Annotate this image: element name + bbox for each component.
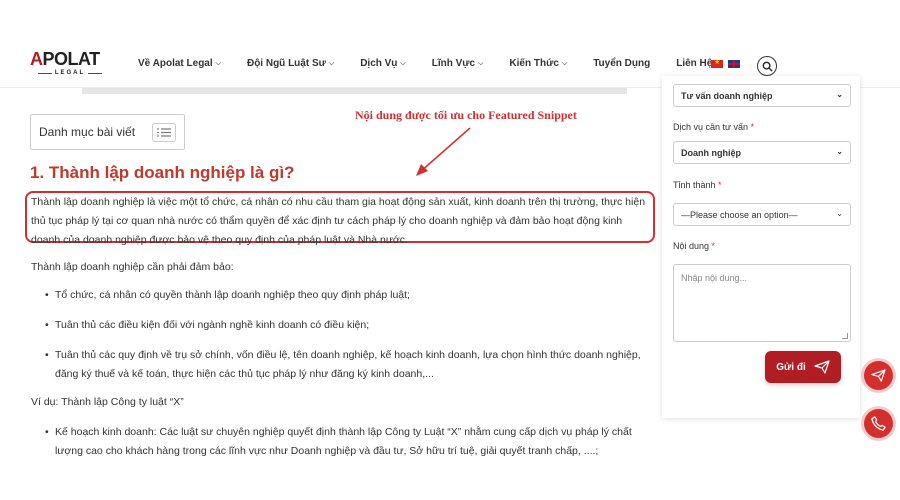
nav-label: Đội Ngũ Luật Sư [246, 58, 326, 69]
chevron-down-icon: ⌄ [836, 90, 843, 99]
required-mark: * [711, 241, 716, 251]
call-float-button[interactable] [864, 409, 893, 438]
list-icon [157, 128, 171, 137]
article-heading: 1. Thành lập doanh nghiệp là gì? [30, 163, 295, 182]
nav-item-knowledge[interactable]: Kiến Thức ⌵ [509, 58, 567, 69]
nav-item-about[interactable]: Về Apolat Legal ⌵ [138, 58, 221, 69]
send-icon [814, 360, 830, 374]
chevron-down-icon: ⌵ [400, 59, 406, 67]
chevron-down-icon: ⌵ [478, 59, 484, 67]
nav-item-services[interactable]: Dịch Vụ ⌵ [360, 58, 406, 69]
uk-flag-icon[interactable] [728, 60, 740, 68]
nav-label: Về Apolat Legal [138, 58, 213, 69]
chevron-down-icon: ⌵ [328, 59, 335, 67]
label-text: Tỉnh thành [673, 180, 716, 190]
chevron-down-icon: ⌄ [836, 209, 843, 218]
list-item: Kế hoạch kinh doanh: Các luật sư chuyên … [45, 423, 655, 461]
phone-icon [871, 416, 886, 431]
chevron-down-icon: ⌄ [836, 147, 843, 156]
resize-handle-icon[interactable] [842, 333, 848, 339]
vietnam-flag-icon[interactable] [711, 58, 723, 68]
apolat-logo[interactable]: APOLAT LEGAL [30, 50, 110, 80]
list-item: Tổ chức, cá nhân có quyền thành lập doan… [45, 286, 655, 305]
logo-subtext: LEGAL [54, 70, 86, 76]
logo-sub: LEGAL [30, 70, 110, 76]
main-nav: Về Apolat Legal ⌵ Đội Ngũ Luật Sư ⌵ Dịch V… [138, 58, 738, 69]
search-button[interactable] [757, 56, 777, 76]
logo-divider [37, 72, 52, 74]
toc-label: Danh mục bài viết [39, 125, 136, 139]
consultation-form: Tư vấn doanh nghiệp ⌄ Dịch vụ cần tư vấn… [662, 76, 860, 418]
annotation-arrow-icon [416, 127, 471, 176]
nav-label: Liên Hệ [676, 58, 713, 69]
textarea-placeholder: Nhập nội dung... [681, 273, 748, 283]
site-header: APOLAT LEGAL Về Apolat Legal ⌵ Đội Ngũ Lu… [0, 0, 900, 88]
content-label: Nội dung * [673, 241, 715, 251]
search-icon [762, 61, 773, 72]
nav-item-careers[interactable]: Tuyển Dụng [593, 58, 650, 69]
consultation-type-select[interactable]: Tư vấn doanh nghiệp ⌄ [673, 84, 851, 107]
requirements-intro: Thành lập doanh nghiệp cần phải đảm bảo: [31, 261, 234, 273]
nav-label: Dịch Vụ [360, 58, 398, 69]
required-mark: * [718, 180, 722, 190]
content-top-strip [82, 88, 627, 94]
toc-toggle-button[interactable] [152, 123, 176, 142]
send-icon [871, 369, 886, 382]
nav-label: Lĩnh Vực [431, 58, 476, 69]
select-value: —Please choose an option— [681, 209, 798, 220]
required-mark: * [750, 122, 755, 132]
submit-label: Gửi đi [776, 361, 806, 373]
content-textarea[interactable]: Nhập nội dung... [673, 264, 851, 342]
nav-label: Tuyển Dụng [593, 58, 651, 69]
province-label: Tỉnh thành * [673, 180, 722, 190]
select-value: Tư vấn doanh nghiệp [681, 90, 773, 101]
logo-wordmark: APOLAT [30, 50, 110, 68]
logo-letter-a: A [30, 49, 43, 69]
submit-button[interactable]: Gửi đi [765, 351, 841, 383]
service-label: Dịch vụ cần tư vấn * [673, 122, 754, 132]
chevron-down-icon: ⌵ [561, 59, 568, 67]
chevron-down-icon: ⌵ [215, 59, 221, 67]
nav-item-lawyers[interactable]: Đội Ngũ Luật Sư ⌵ [247, 58, 334, 69]
label-text: Dịch vụ cần tư vấn [673, 122, 749, 132]
table-of-contents[interactable]: Danh mục bài viết [30, 114, 185, 150]
list-item: Tuân thủ các quy định về trụ sở chính, v… [45, 346, 655, 384]
example-intro: Ví dụ: Thành lập Công ty luật “X” [31, 396, 184, 408]
service-select[interactable]: Doanh nghiệp ⌄ [673, 141, 851, 164]
logo-letters: POLAT [42, 49, 101, 69]
nav-item-fields[interactable]: Lĩnh Vực ⌵ [432, 58, 484, 69]
label-text: Nội dung [673, 241, 710, 251]
nav-label: Kiến Thức [509, 58, 559, 69]
list-item: Tuân thủ các điều kiện đối với ngành ngh… [45, 316, 655, 335]
province-select[interactable]: —Please choose an option— ⌄ [673, 203, 851, 226]
logo-divider [88, 72, 103, 74]
nav-item-contact[interactable]: Liên Hệ [676, 58, 712, 69]
language-switcher [711, 58, 745, 68]
definition-paragraph: Thành lập doanh nghiệp là việc một tổ ch… [31, 196, 646, 246]
featured-snippet-annotation: Nội dung được tối ưu cho Featured Snippe… [355, 108, 577, 122]
message-float-button[interactable] [864, 361, 893, 390]
select-value: Doanh nghiệp [681, 147, 741, 158]
